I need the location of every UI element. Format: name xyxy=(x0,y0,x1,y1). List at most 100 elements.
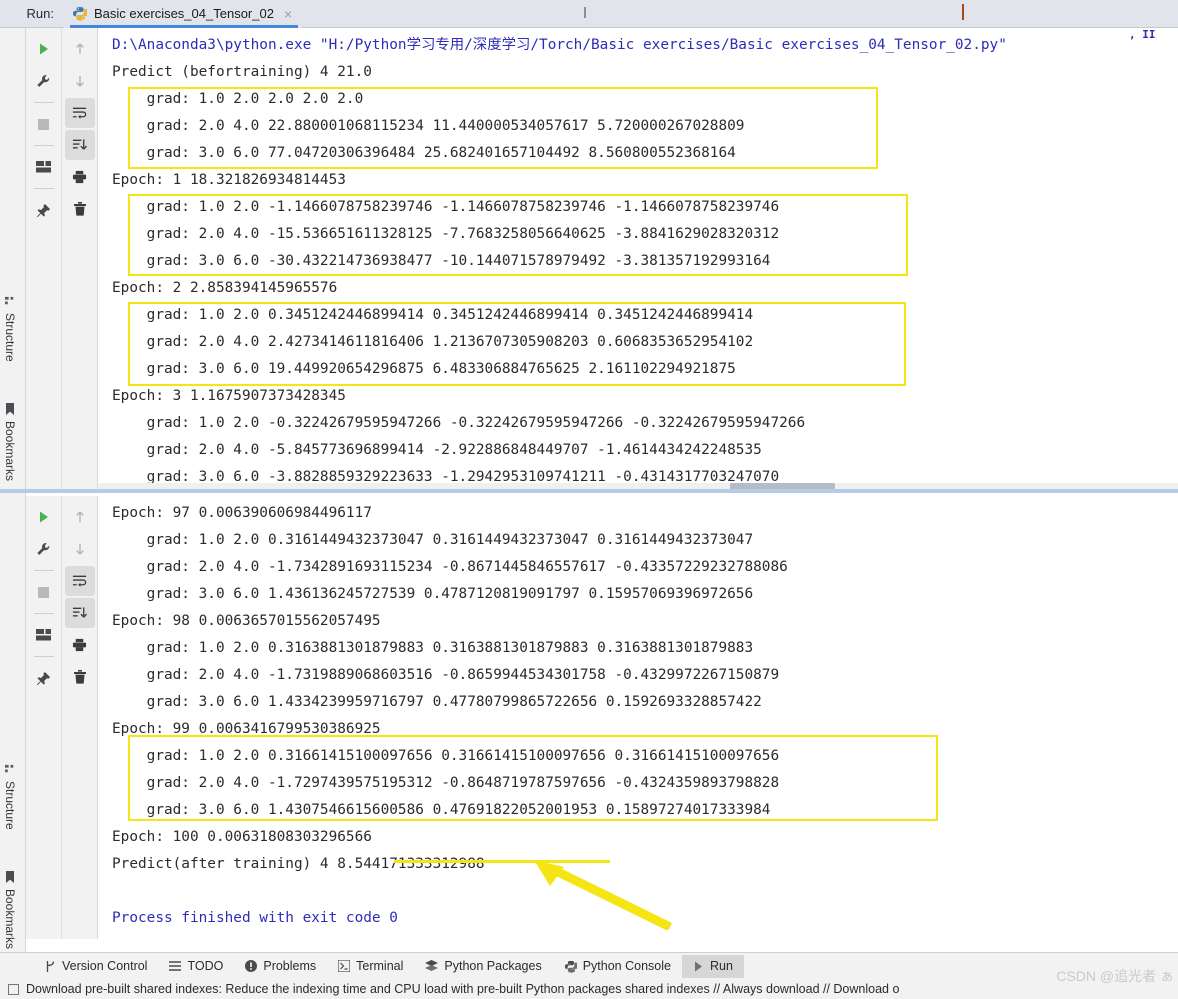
print-button[interactable] xyxy=(65,630,95,660)
rail-label-bookmarks-bottom: Bookmarks xyxy=(3,889,17,950)
rail-item-structure-bottom[interactable]: Structure xyxy=(3,764,17,830)
list-icon xyxy=(169,960,182,972)
pin-tab-button[interactable] xyxy=(29,663,59,693)
console-line: grad: 2.0 4.0 -1.7319889068603516 -0.865… xyxy=(112,667,780,683)
tool-button-version-control[interactable]: Version Control xyxy=(34,955,158,978)
left-tool-rail: Structure Bookmarks Structure Bookmarks xyxy=(0,28,26,971)
packages-icon xyxy=(425,960,439,972)
error-icon xyxy=(245,960,258,972)
console-line: grad: 2.0 4.0 -1.7297439575195312 -0.864… xyxy=(112,775,780,791)
play-icon xyxy=(693,961,704,972)
branch-icon xyxy=(45,960,56,973)
toolbar-separator xyxy=(33,102,54,103)
status-bar-text[interactable]: Download pre-built shared indexes: Reduc… xyxy=(26,982,899,996)
tool-button-label: TODO xyxy=(187,959,224,973)
tab-marker-2 xyxy=(962,4,964,20)
toolbar-separator xyxy=(33,570,54,571)
console-line: grad: 1.0 2.0 0.3451242446899414 0.34512… xyxy=(112,307,754,323)
console-line: Epoch: 98 0.0063657015562057495 xyxy=(112,613,381,629)
tool-button-label: Python Packages xyxy=(444,959,542,973)
tool-button-run[interactable]: Run xyxy=(681,954,744,978)
close-icon[interactable]: × xyxy=(281,7,292,21)
console-line: Epoch: 99 0.0063416799530386925 xyxy=(112,721,381,737)
stop-button[interactable] xyxy=(29,577,59,607)
console-line: Epoch: 1 18.321826934814453 xyxy=(112,172,346,188)
console-pane-bottom: Epoch: 97 0.006390606984496117 grad: 1.0… xyxy=(26,496,1178,939)
run-tab-basic-exercises[interactable]: Basic exercises_04_Tensor_02 × xyxy=(64,0,303,28)
pycharm-run-window: Run: Basic exercises_04_Tensor_02 × Stru… xyxy=(0,0,1178,999)
console-lines-bottom: Epoch: 97 0.006390606984496117 grad: 1.0… xyxy=(112,500,1178,932)
console-line: Epoch: 100 0.00631808303296566 xyxy=(112,829,372,845)
scroll-to-end-button[interactable] xyxy=(64,598,95,628)
rail-item-bookmarks-top[interactable]: Bookmarks xyxy=(3,403,17,481)
scroll-to-end-button[interactable] xyxy=(64,130,95,160)
run-toolbar-secondary-bottom xyxy=(62,496,98,939)
rerun-button[interactable] xyxy=(29,34,59,64)
soft-wrap-button[interactable] xyxy=(64,98,95,128)
restore-layout-button[interactable] xyxy=(29,152,59,182)
tab-marker-1 xyxy=(584,7,586,18)
status-bar: Download pre-built shared indexes: Reduc… xyxy=(0,979,1178,999)
console-line: Epoch: 97 0.006390606984496117 xyxy=(112,505,372,521)
previous-occurrence-button[interactable] xyxy=(65,502,95,532)
console-line: grad: 2.0 4.0 22.880001068115234 11.4400… xyxy=(112,118,745,134)
watermark: CSDN @追光者 ぁ xyxy=(1056,968,1174,984)
tool-button-label: Terminal xyxy=(356,959,404,973)
restore-layout-button[interactable] xyxy=(29,620,59,650)
console-line: grad: 2.0 4.0 -15.536651611328125 -7.768… xyxy=(112,226,780,242)
next-occurrence-button[interactable] xyxy=(65,66,95,96)
rerun-button[interactable] xyxy=(29,502,59,532)
next-occurrence-button[interactable] xyxy=(65,534,95,564)
rail-label-bookmarks-top: Bookmarks xyxy=(3,421,17,482)
modify-run-configuration-button[interactable] xyxy=(29,534,59,564)
checkbox-icon[interactable] xyxy=(8,983,19,995)
toolbar-separator xyxy=(33,188,54,189)
tool-button-label: Problems xyxy=(263,959,317,973)
tool-button-python-console[interactable]: Python Console xyxy=(553,955,682,978)
console-line: grad: 1.0 2.0 0.3163881301879883 0.31638… xyxy=(112,640,754,656)
console-line: grad: 1.0 2.0 0.31661415100097656 0.3166… xyxy=(112,748,780,764)
error-stripe-marker[interactable]: , II xyxy=(1129,28,1156,41)
console-line: grad: 1.0 2.0 -0.32242679595947266 -0.32… xyxy=(112,415,806,431)
console-output-top[interactable]: D:\Anaconda3\python.exe "H:/Python学习专用/深… xyxy=(98,28,1178,492)
clear-all-button[interactable] xyxy=(65,194,95,224)
console-line: Process finished with exit code 0 xyxy=(112,910,398,926)
toolbar-separator xyxy=(33,145,54,146)
run-toolbar-primary-bottom xyxy=(26,496,62,939)
tool-button-problems[interactable]: Problems xyxy=(234,955,327,978)
console-line: grad: 2.0 4.0 2.4273414611816406 1.21367… xyxy=(112,334,754,350)
print-button[interactable] xyxy=(65,162,95,192)
rail-item-bookmarks-bottom[interactable]: Bookmarks xyxy=(3,871,17,949)
console-line: Predict (befortraining) 4 21.0 xyxy=(112,64,372,80)
pane-splitter[interactable] xyxy=(0,489,1178,493)
tool-button-python-packages[interactable]: Python Packages xyxy=(414,955,552,978)
console-line: grad: 1.0 2.0 2.0 2.0 2.0 xyxy=(112,91,364,107)
console-output-bottom[interactable]: Epoch: 97 0.006390606984496117 grad: 1.0… xyxy=(98,496,1178,939)
console-line: grad: 1.0 2.0 -1.1466078758239746 -1.146… xyxy=(112,199,780,215)
rail-label-structure-top: Structure xyxy=(3,313,17,362)
console-line: grad: 3.0 6.0 77.04720306396484 25.68240… xyxy=(112,145,736,161)
tool-window-bar: Version Control TODO Problems Terminal P… xyxy=(0,952,1178,979)
previous-occurrence-button[interactable] xyxy=(65,34,95,64)
rail-label-structure-bottom: Structure xyxy=(3,781,17,830)
pin-tab-button[interactable] xyxy=(29,195,59,225)
stop-button[interactable] xyxy=(29,109,59,139)
toolbar-separator xyxy=(33,656,54,657)
console-line: grad: 3.0 6.0 1.4334239959716797 0.47780… xyxy=(112,694,762,710)
console-line: grad: 3.0 6.0 1.4307546615600586 0.47691… xyxy=(112,802,771,818)
run-toolbar-primary-top xyxy=(26,28,62,492)
modify-run-configuration-button[interactable] xyxy=(29,66,59,96)
run-toolbar-secondary-top xyxy=(62,28,98,492)
run-tab-bar: Run: Basic exercises_04_Tensor_02 × xyxy=(0,0,1178,28)
rail-item-structure-top[interactable]: Structure xyxy=(3,296,17,362)
tool-button-label: Version Control xyxy=(62,959,148,973)
tool-button-todo[interactable]: TODO xyxy=(158,955,234,978)
soft-wrap-button[interactable] xyxy=(64,566,95,596)
clear-all-button[interactable] xyxy=(65,662,95,692)
bookmark-icon xyxy=(4,403,16,415)
console-lines-top: D:\Anaconda3\python.exe "H:/Python学习专用/深… xyxy=(112,32,1178,491)
tool-button-terminal[interactable]: Terminal xyxy=(327,955,414,978)
console-line: grad: 1.0 2.0 0.3161449432373047 0.31614… xyxy=(112,532,754,548)
console-line: D:\Anaconda3\python.exe "H:/Python学习专用/深… xyxy=(112,37,1007,53)
